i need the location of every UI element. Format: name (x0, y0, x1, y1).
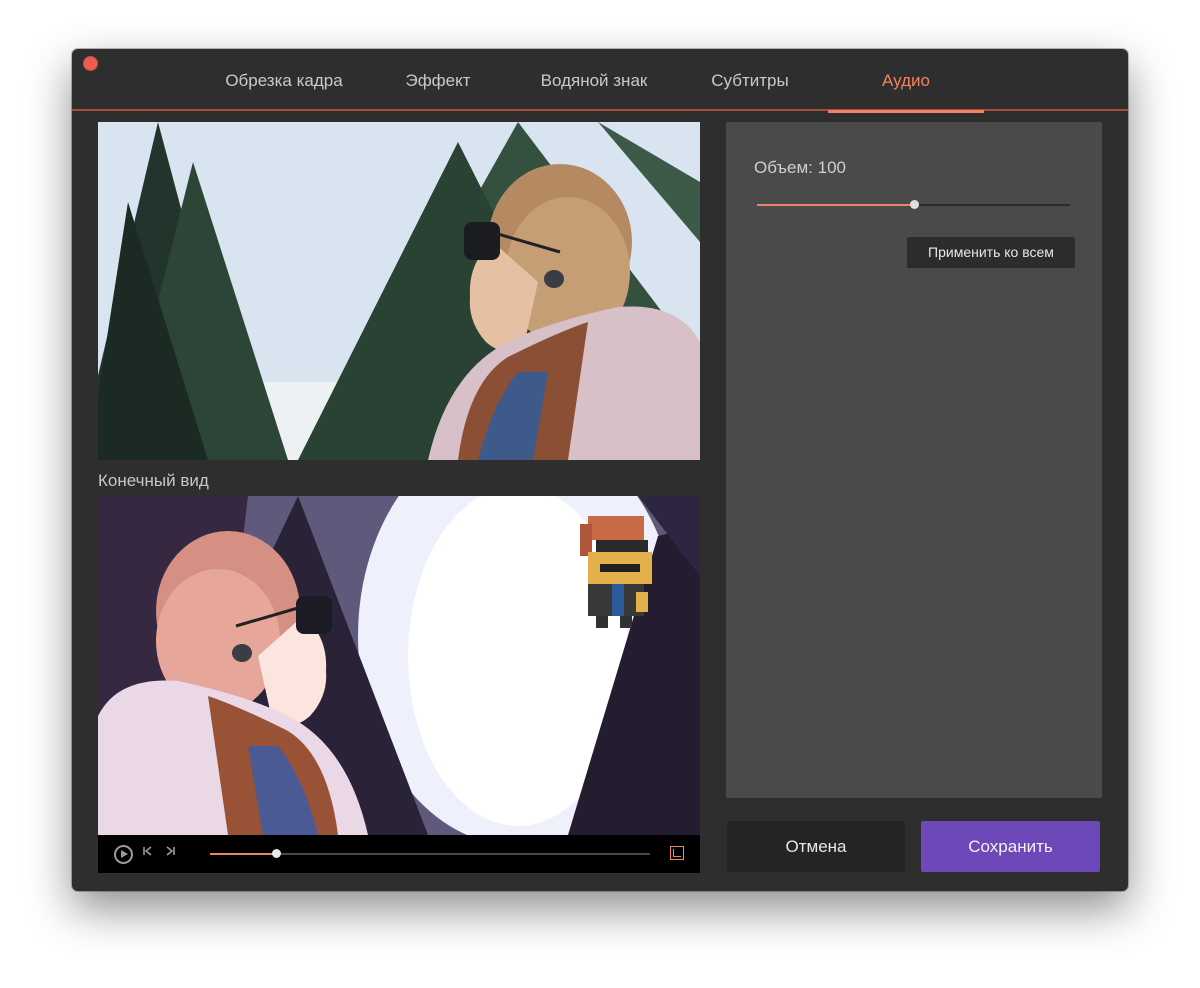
volume-slider[interactable] (757, 200, 1070, 209)
original-preview (98, 122, 700, 460)
apply-to-all-button[interactable]: Применить ко всем (907, 237, 1075, 268)
seek-progress (210, 853, 276, 855)
tab-watermark[interactable]: Водяной знак (520, 49, 668, 111)
final-preview (98, 496, 700, 835)
volume-label: Объем: 100 (754, 158, 846, 177)
next-frame-icon[interactable] (164, 845, 176, 857)
watermark-sticker (580, 516, 652, 628)
audio-settings-panel: Объем: 100 Применить ко всем (726, 122, 1102, 798)
seek-bar[interactable] (210, 849, 650, 858)
tab-audio[interactable]: Аудио (828, 49, 984, 111)
original-preview-image (98, 122, 700, 460)
tab-bar: Обрезка кадра Эффект Водяной знак Субтит… (72, 49, 1128, 113)
fullscreen-icon[interactable] (670, 846, 684, 860)
tab-subtitles[interactable]: Субтитры (674, 49, 826, 111)
tab-crop[interactable]: Обрезка кадра (209, 49, 359, 111)
prev-frame-icon[interactable] (142, 845, 154, 857)
cancel-button[interactable]: Отмена (727, 821, 905, 872)
active-tab-indicator (828, 110, 984, 113)
playback-controls (98, 835, 700, 873)
tab-effect[interactable]: Эффект (372, 49, 504, 111)
seek-handle[interactable] (272, 849, 281, 858)
volume-handle[interactable] (909, 200, 919, 209)
save-button[interactable]: Сохранить (921, 821, 1100, 872)
final-view-label: Конечный вид (98, 471, 209, 490)
play-icon[interactable] (114, 845, 133, 864)
editor-window: Обрезка кадра Эффект Водяной знак Субтит… (72, 49, 1128, 891)
volume-fill (757, 204, 914, 206)
